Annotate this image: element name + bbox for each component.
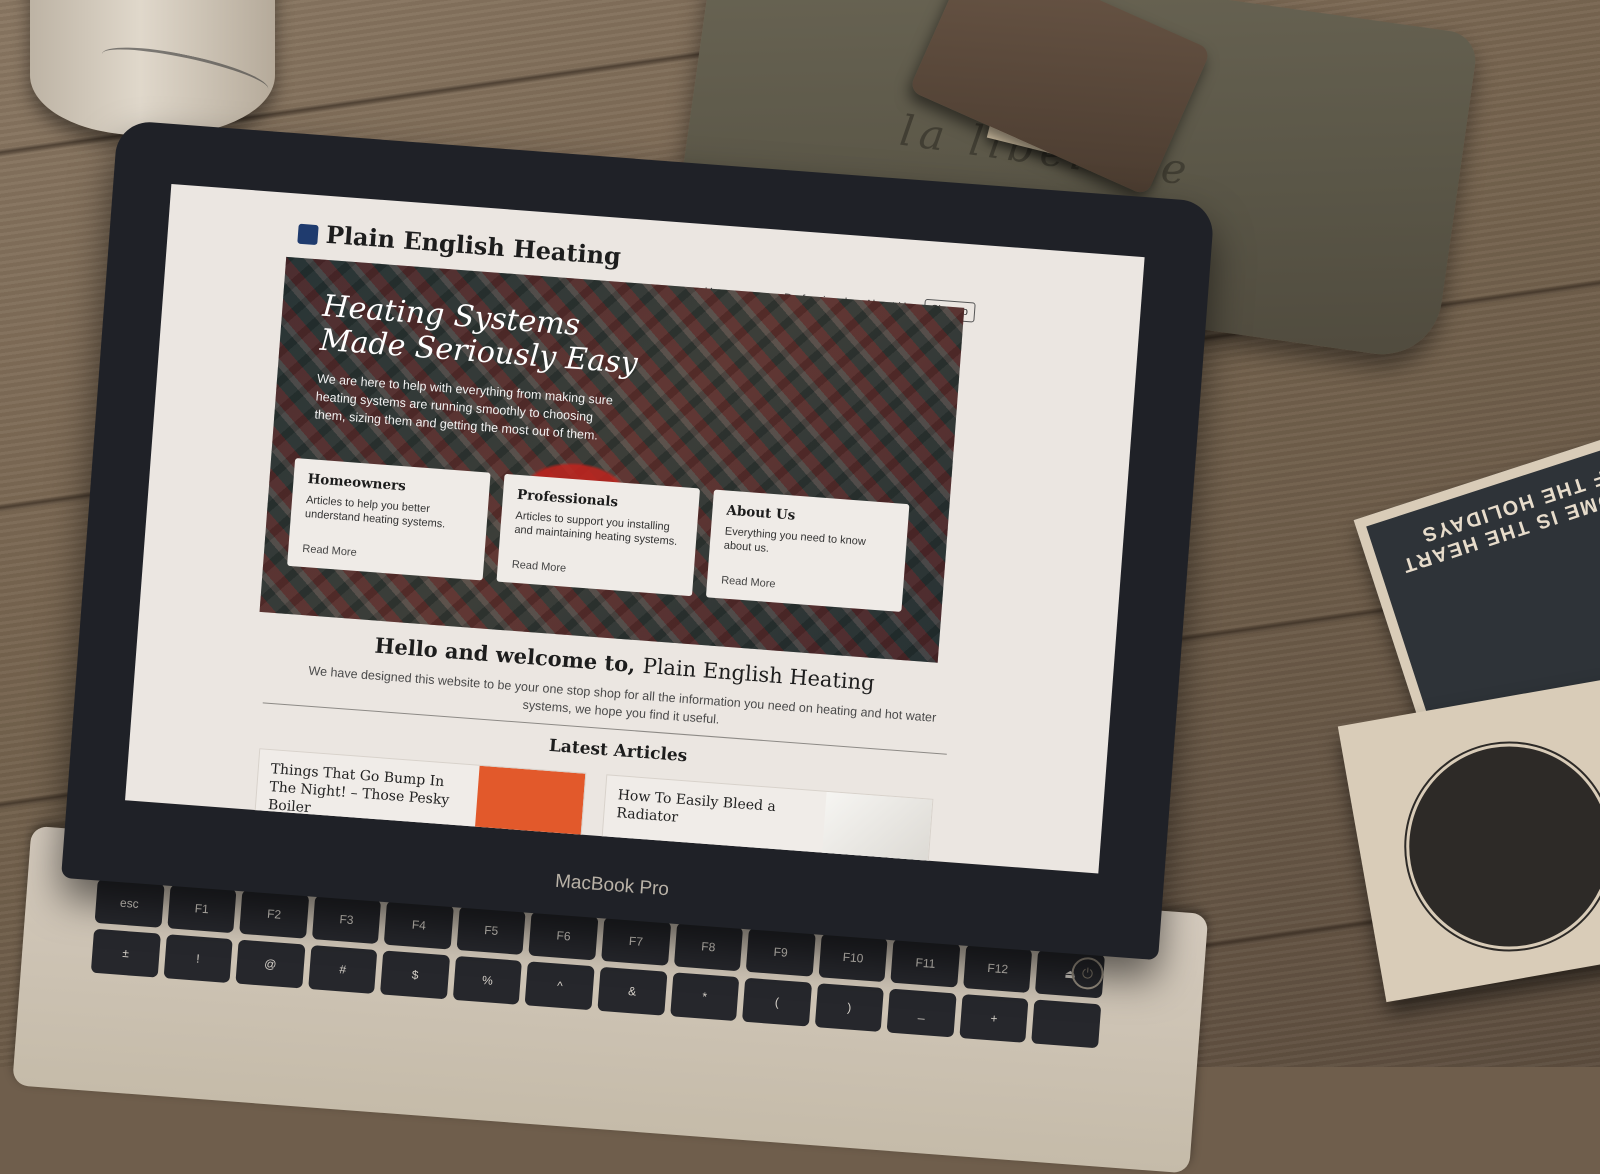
logo-icon[interactable] bbox=[297, 223, 319, 246]
read-more-link[interactable]: Read More bbox=[721, 574, 776, 590]
read-more-link[interactable]: Read More bbox=[511, 559, 566, 575]
keyboard-key[interactable]: _ bbox=[886, 988, 957, 1038]
card-professionals[interactable]: Professionals Articles to support you in… bbox=[496, 473, 701, 597]
laptop-lid: Plain English Heating Homeowners Profess… bbox=[61, 119, 1215, 961]
card-text: Everything you need to know about us. bbox=[723, 525, 867, 555]
keyboard-key[interactable]: & bbox=[597, 966, 668, 1016]
keyboard-key[interactable]: F6 bbox=[528, 911, 599, 961]
screen: Plain English Heating Homeowners Profess… bbox=[125, 184, 1145, 874]
card-about-us[interactable]: About Us Everything you need to know abo… bbox=[705, 489, 910, 612]
read-more-link[interactable]: Read More bbox=[302, 543, 357, 559]
keyboard-key[interactable]: ! bbox=[163, 934, 233, 984]
keyboard-key[interactable]: F5 bbox=[456, 906, 527, 955]
keyboard-key[interactable]: F8 bbox=[673, 922, 744, 972]
card-text: Articles to help you better understand h… bbox=[304, 494, 446, 531]
keyboard-key[interactable]: F9 bbox=[745, 927, 816, 977]
keyboard-key[interactable]: # bbox=[307, 945, 378, 994]
card-homeowners[interactable]: Homeowners Articles to help you better u… bbox=[287, 458, 491, 581]
keyboard-key[interactable]: ) bbox=[814, 983, 885, 1033]
hero-title: Heating Systems Made Seriously Easy bbox=[318, 288, 639, 382]
keyboard-key[interactable]: F10 bbox=[818, 933, 888, 983]
keyboard-key[interactable] bbox=[1031, 999, 1102, 1049]
hero-banner: Heating Systems Made Seriously Easy We a… bbox=[259, 256, 965, 663]
category-cards: Homeowners Articles to help you better u… bbox=[287, 458, 910, 612]
keyboard-key[interactable]: F7 bbox=[601, 916, 671, 966]
article-thumbnail[interactable] bbox=[820, 791, 933, 874]
tin-jar bbox=[30, 0, 275, 135]
keyboard-key[interactable]: F2 bbox=[239, 889, 309, 939]
keyboard-key[interactable]: + bbox=[959, 994, 1029, 1043]
keyboard-key[interactable]: ± bbox=[90, 928, 161, 978]
hero-text: We are here to help with everything from… bbox=[313, 371, 614, 443]
keyboard-key[interactable]: esc bbox=[94, 878, 165, 928]
card-text: Articles to support you installing and m… bbox=[513, 509, 678, 548]
keyboard-key[interactable]: ( bbox=[742, 977, 812, 1027]
keyboard-key[interactable]: F3 bbox=[311, 895, 382, 945]
article-card[interactable]: How To Easily Bleed a Radiator bbox=[599, 774, 934, 874]
keyboard-key[interactable]: $ bbox=[380, 950, 450, 1000]
keyboard-key[interactable]: F11 bbox=[890, 938, 961, 988]
keyboard-key[interactable]: @ bbox=[235, 939, 306, 989]
keyboard-key[interactable]: F4 bbox=[384, 900, 454, 950]
article-title[interactable]: Things That Go Bump In The Night! – Thos… bbox=[267, 760, 470, 829]
article-title[interactable]: How To Easily Bleed a Radiator bbox=[616, 786, 818, 837]
keyboard-key[interactable]: * bbox=[669, 972, 740, 1022]
coaster-ornate bbox=[1337, 677, 1600, 1003]
keyboard-key[interactable]: % bbox=[452, 955, 523, 1005]
keyboard-key[interactable]: F12 bbox=[962, 944, 1033, 994]
article-card[interactable]: Things That Go Bump In The Night! – Thos… bbox=[252, 748, 587, 861]
keyboard-key[interactable]: F1 bbox=[166, 884, 237, 934]
keyboard-key[interactable]: ^ bbox=[525, 961, 595, 1011]
coaster-text: HOME IS THE HEART OF THE HOLIDAYS bbox=[1398, 460, 1600, 577]
article-thumbnail[interactable] bbox=[473, 765, 586, 860]
